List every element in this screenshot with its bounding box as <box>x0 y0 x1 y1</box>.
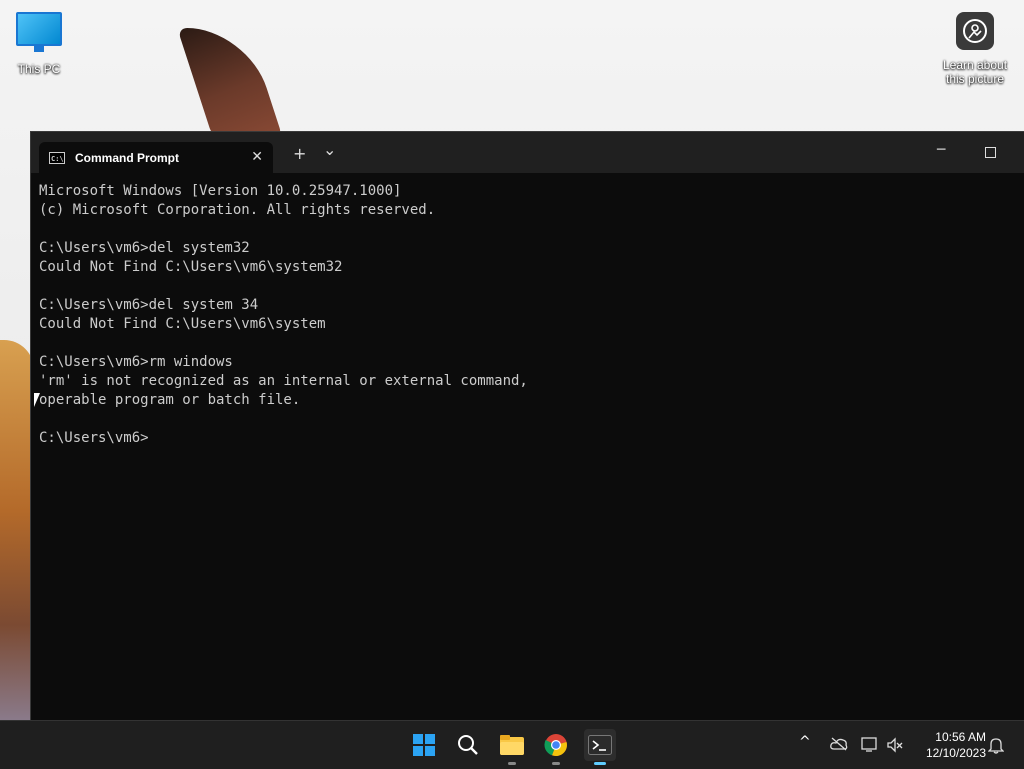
file-explorer-icon <box>500 735 524 755</box>
start-icon <box>413 734 435 756</box>
console-line: C:\Users\vm6>del system32 <box>39 240 250 256</box>
close-tab-icon[interactable]: ✕ <box>251 148 263 165</box>
wallpaper-animal <box>0 340 34 720</box>
maximize-icon <box>985 147 996 158</box>
search-icon <box>458 735 478 755</box>
terminal-button[interactable] <box>584 729 616 765</box>
maximize-button[interactable] <box>985 147 996 158</box>
camera-icon <box>956 12 994 50</box>
console-line: Could Not Find C:\Users\vm6\system <box>39 316 326 332</box>
desktop-icon-learn-about-picture[interactable]: Learn about this picture <box>940 12 1010 86</box>
minimize-button[interactable]: ─ <box>937 142 945 158</box>
console-line: 'rm' is not recognized as an internal or… <box>39 373 528 389</box>
terminal-icon <box>588 735 612 755</box>
desktop-icon-this-pc[interactable]: This PC <box>4 12 74 76</box>
console-line: C:\Users\vm6> <box>39 430 149 446</box>
chrome-button[interactable] <box>540 729 572 765</box>
console-line: (c) Microsoft Corporation. All rights re… <box>39 202 436 218</box>
mouse-pointer <box>34 393 40 407</box>
clock-date: 12/10/2023 <box>925 746 986 760</box>
running-indicator <box>552 762 560 765</box>
show-hidden-icons-button[interactable]: ^ <box>799 734 811 750</box>
tab-command-prompt[interactable]: C:\ Command Prompt ✕ <box>39 142 273 173</box>
desktop-icon-label: Learn about this picture <box>942 58 1008 86</box>
title-bar[interactable]: C:\ Command Prompt ✕ + ⌄ ─ <box>31 132 1024 173</box>
desktop-icon-label: This PC <box>17 62 61 76</box>
cmd-icon: C:\ <box>49 151 65 164</box>
console-output[interactable]: Microsoft Windows [Version 10.0.25947.10… <box>39 182 1017 448</box>
taskbar: ^ 10:56 AM 12/10/2023 <box>0 720 1024 769</box>
onedrive-icon[interactable] <box>830 737 848 755</box>
clock[interactable]: 10:56 AM 12/10/2023 <box>916 729 986 761</box>
file-explorer-button[interactable] <box>496 729 528 765</box>
console-line: Could Not Find C:\Users\vm6\system32 <box>39 259 343 275</box>
wallpaper-horn <box>177 28 283 138</box>
running-indicator <box>508 762 516 765</box>
tab-dropdown-button[interactable]: ⌄ <box>323 140 336 159</box>
notification-bell-icon[interactable] <box>987 736 1005 758</box>
console-line: Microsoft Windows [Version 10.0.25947.10… <box>39 183 402 199</box>
active-indicator <box>594 762 606 765</box>
start-button[interactable] <box>408 729 440 761</box>
console-line: operable program or batch file. <box>39 392 301 408</box>
console-line: C:\Users\vm6>rm windows <box>39 354 233 370</box>
console-line: C:\Users\vm6>del system 34 <box>39 297 259 313</box>
clock-time: 10:56 AM <box>935 730 986 744</box>
network-icon[interactable] <box>861 737 879 757</box>
computer-icon <box>16 12 62 52</box>
tab-title: Command Prompt <box>75 150 180 165</box>
volume-muted-icon[interactable] <box>886 737 904 757</box>
search-button[interactable] <box>452 729 484 761</box>
new-tab-button[interactable]: + <box>293 144 306 163</box>
chrome-icon <box>544 734 567 757</box>
terminal-window[interactable]: C:\ Command Prompt ✕ + ⌄ ─ Microsoft Win… <box>30 131 1024 721</box>
